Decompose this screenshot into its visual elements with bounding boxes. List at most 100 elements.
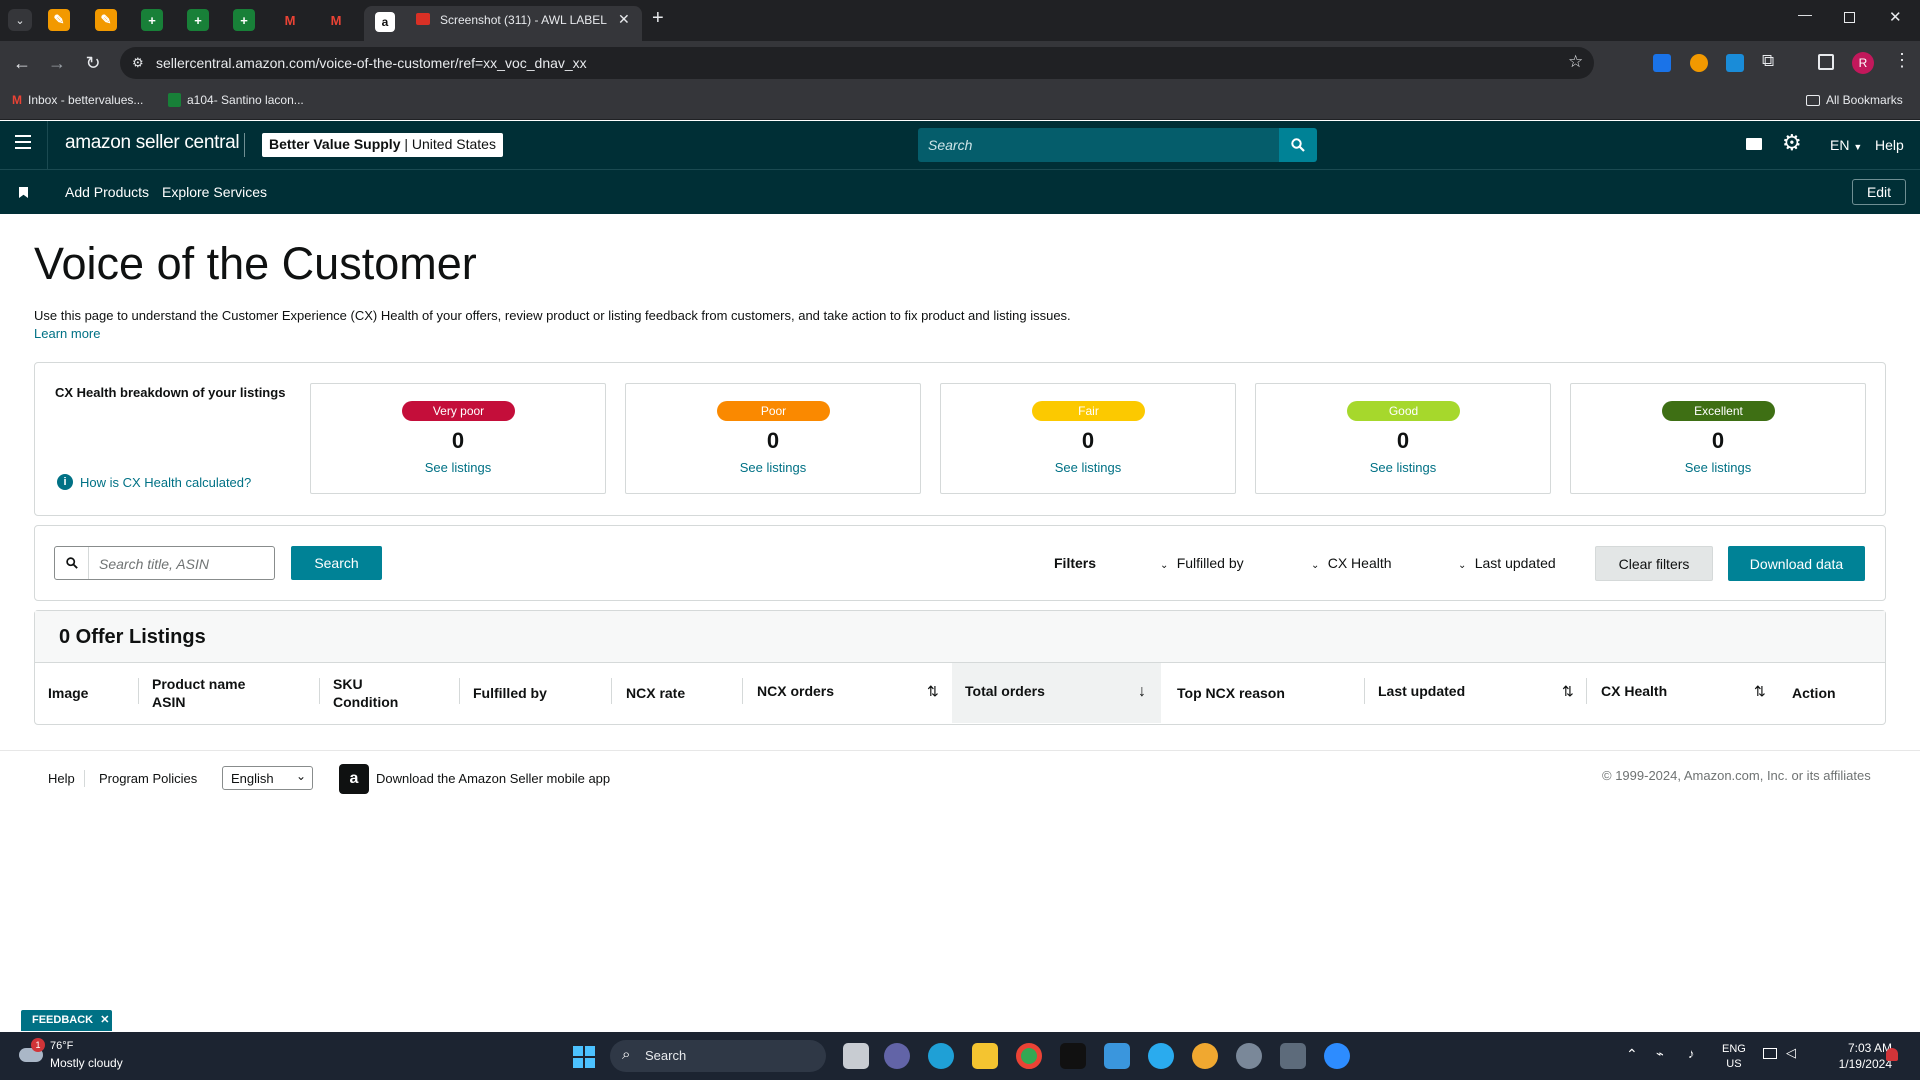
site-info-icon[interactable]: ⚙: [132, 55, 144, 71]
telegram-icon[interactable]: [1148, 1043, 1174, 1069]
weather-widget[interactable]: 1 76°F Mostly cloudy: [17, 1038, 157, 1074]
tray-display-icon[interactable]: [1763, 1048, 1777, 1059]
task-view-icon[interactable]: [843, 1043, 869, 1069]
tiktok-icon[interactable]: [1060, 1043, 1086, 1069]
app-avatar-icon[interactable]: [1192, 1043, 1218, 1069]
footer-program-policies-link[interactable]: Program Policies: [99, 771, 197, 786]
profile-avatar[interactable]: R: [1852, 52, 1874, 74]
last-updated-filter[interactable]: ⌄ Last updated: [1458, 555, 1556, 571]
extension-3-icon[interactable]: [1726, 54, 1744, 72]
reload-icon[interactable]: ↻: [81, 51, 105, 75]
edge-icon[interactable]: [928, 1043, 954, 1069]
mail-icon[interactable]: [1746, 138, 1762, 150]
clear-filters-button[interactable]: Clear filters: [1595, 546, 1713, 581]
language-selector[interactable]: EN ▼: [1830, 137, 1862, 153]
cx-health-filter[interactable]: ⌄ CX Health: [1311, 555, 1392, 571]
download-data-button[interactable]: Download data: [1728, 546, 1865, 581]
tab-sheets-1-icon[interactable]: +: [141, 9, 163, 31]
new-tab-icon[interactable]: +: [652, 7, 664, 30]
settings-gear-icon[interactable]: ⚙: [1782, 130, 1802, 156]
tray-volume-icon[interactable]: ◁: [1786, 1045, 1796, 1061]
bookmark-icon[interactable]: [19, 187, 28, 198]
extension-1-icon[interactable]: [1653, 54, 1671, 72]
tab-pinned-1-icon[interactable]: ✎: [48, 9, 70, 31]
bookmark-star-icon[interactable]: ☆: [1568, 52, 1583, 72]
omnibox[interactable]: ⚙ sellercentral.amazon.com/voice-of-the-…: [120, 47, 1594, 79]
notifications-icon[interactable]: [1886, 1048, 1898, 1061]
extensions-puzzle-icon[interactable]: ⧉: [1762, 51, 1774, 71]
file-explorer-icon[interactable]: [972, 1043, 998, 1069]
see-listings-link[interactable]: See listings: [941, 460, 1235, 475]
bookmark-inbox[interactable]: M Inbox - bettervalues...: [12, 93, 143, 107]
tab-sheets-2-icon[interactable]: +: [187, 9, 209, 31]
close-window-icon[interactable]: ✕: [1889, 8, 1902, 26]
tab-gmail-2-icon[interactable]: M: [325, 9, 347, 31]
back-icon[interactable]: ←: [10, 51, 34, 75]
restore-icon[interactable]: [1844, 12, 1855, 23]
see-listings-link[interactable]: See listings: [1256, 460, 1550, 475]
extension-2-icon[interactable]: [1690, 54, 1708, 72]
listing-search-input[interactable]: Search title, ASIN: [54, 546, 275, 580]
sort-icon[interactable]: ⇅: [1754, 683, 1766, 700]
settings-icon[interactable]: [1236, 1043, 1262, 1069]
hamburger-menu-icon[interactable]: [15, 135, 31, 149]
notepad-icon[interactable]: [1104, 1043, 1130, 1069]
learn-more-link[interactable]: Learn more: [34, 326, 100, 341]
url-text[interactable]: sellercentral.amazon.com/voice-of-the-cu…: [156, 55, 587, 71]
tray-chevron-up-icon[interactable]: ⌃: [1626, 1046, 1638, 1063]
all-bookmarks[interactable]: All Bookmarks: [1806, 93, 1903, 107]
tab-search-button[interactable]: ⌄: [8, 9, 32, 31]
header-search-button[interactable]: [1279, 128, 1317, 162]
nav-explore-services[interactable]: Explore Services: [162, 184, 267, 200]
teams-icon[interactable]: [884, 1043, 910, 1069]
seller-central-logo[interactable]: amazon seller central: [65, 132, 240, 154]
nav-add-products[interactable]: Add Products: [65, 184, 149, 200]
footer-language-select[interactable]: English ⌄: [222, 766, 313, 790]
page-description: Use this page to understand the Customer…: [34, 308, 1071, 323]
tray-lang[interactable]: ENG US: [1722, 1042, 1746, 1072]
tab-close-icon[interactable]: ✕: [618, 11, 630, 28]
taskbar-search[interactable]: ⌕ Search: [610, 1040, 826, 1072]
store-selector[interactable]: Better Value Supply | United States: [262, 133, 503, 157]
tab-pinned-2-icon[interactable]: ✎: [95, 9, 117, 31]
side-panel-icon[interactable]: [1818, 54, 1834, 70]
tab-sheets-3-icon[interactable]: +: [233, 9, 255, 31]
header-search-input[interactable]: Search: [918, 128, 1280, 162]
calculator-icon[interactable]: [1280, 1043, 1306, 1069]
col-ncx-orders[interactable]: NCX orders: [757, 682, 834, 700]
minimize-icon[interactable]: —: [1798, 6, 1812, 22]
amazon-app-icon[interactable]: a: [339, 764, 369, 794]
fulfilled-by-filter[interactable]: ⌄ Fulfilled by: [1160, 555, 1244, 571]
cx-health-help[interactable]: i How is CX Health calculated?: [57, 474, 251, 490]
see-listings-link[interactable]: See listings: [626, 460, 920, 475]
feedback-tab[interactable]: FEEDBACK ✕: [21, 1010, 112, 1031]
tray-clock[interactable]: 7:03 AM 1/19/2024: [1808, 1040, 1892, 1072]
inactive-tab[interactable]: Screenshot (311) - AWL LABEL ✕: [406, 6, 636, 36]
header-divider: [47, 121, 48, 169]
help-link[interactable]: Help: [1875, 137, 1904, 153]
tray-network-icon[interactable]: ⌁: [1656, 1046, 1664, 1062]
zoom-icon[interactable]: [1324, 1043, 1350, 1069]
see-listings-link[interactable]: See listings: [311, 460, 605, 475]
tray-mic-icon[interactable]: ♪: [1688, 1046, 1695, 1061]
tab-gmail-1-icon[interactable]: M: [279, 9, 301, 31]
language-label: EN: [1830, 137, 1850, 153]
sort-icon[interactable]: ⇅: [1562, 683, 1574, 700]
footer-help-link[interactable]: Help: [48, 771, 75, 786]
bookmark-sheet[interactable]: a104- Santino lacon...: [168, 93, 304, 107]
col-total-orders[interactable]: Total orders: [965, 682, 1045, 700]
app-download-link[interactable]: Download the Amazon Seller mobile app: [376, 771, 610, 786]
forward-icon[interactable]: →: [45, 51, 69, 75]
sort-down-arrow-icon[interactable]: ↓: [1138, 683, 1146, 701]
see-listings-link[interactable]: See listings: [1571, 460, 1865, 475]
windows-start-icon[interactable]: [573, 1046, 595, 1068]
sort-icon[interactable]: ⇅: [927, 683, 939, 700]
chrome-icon[interactable]: [1016, 1043, 1042, 1069]
listing-search-button[interactable]: Search: [291, 546, 382, 580]
close-icon[interactable]: ✕: [100, 1014, 109, 1026]
edit-nav-button[interactable]: Edit: [1852, 179, 1906, 205]
col-last-updated[interactable]: Last updated: [1378, 682, 1465, 700]
col-product-name-label: Product name: [152, 676, 246, 692]
chrome-menu-icon[interactable]: ⋮: [1893, 50, 1911, 71]
col-cx-health[interactable]: CX Health: [1601, 682, 1667, 700]
